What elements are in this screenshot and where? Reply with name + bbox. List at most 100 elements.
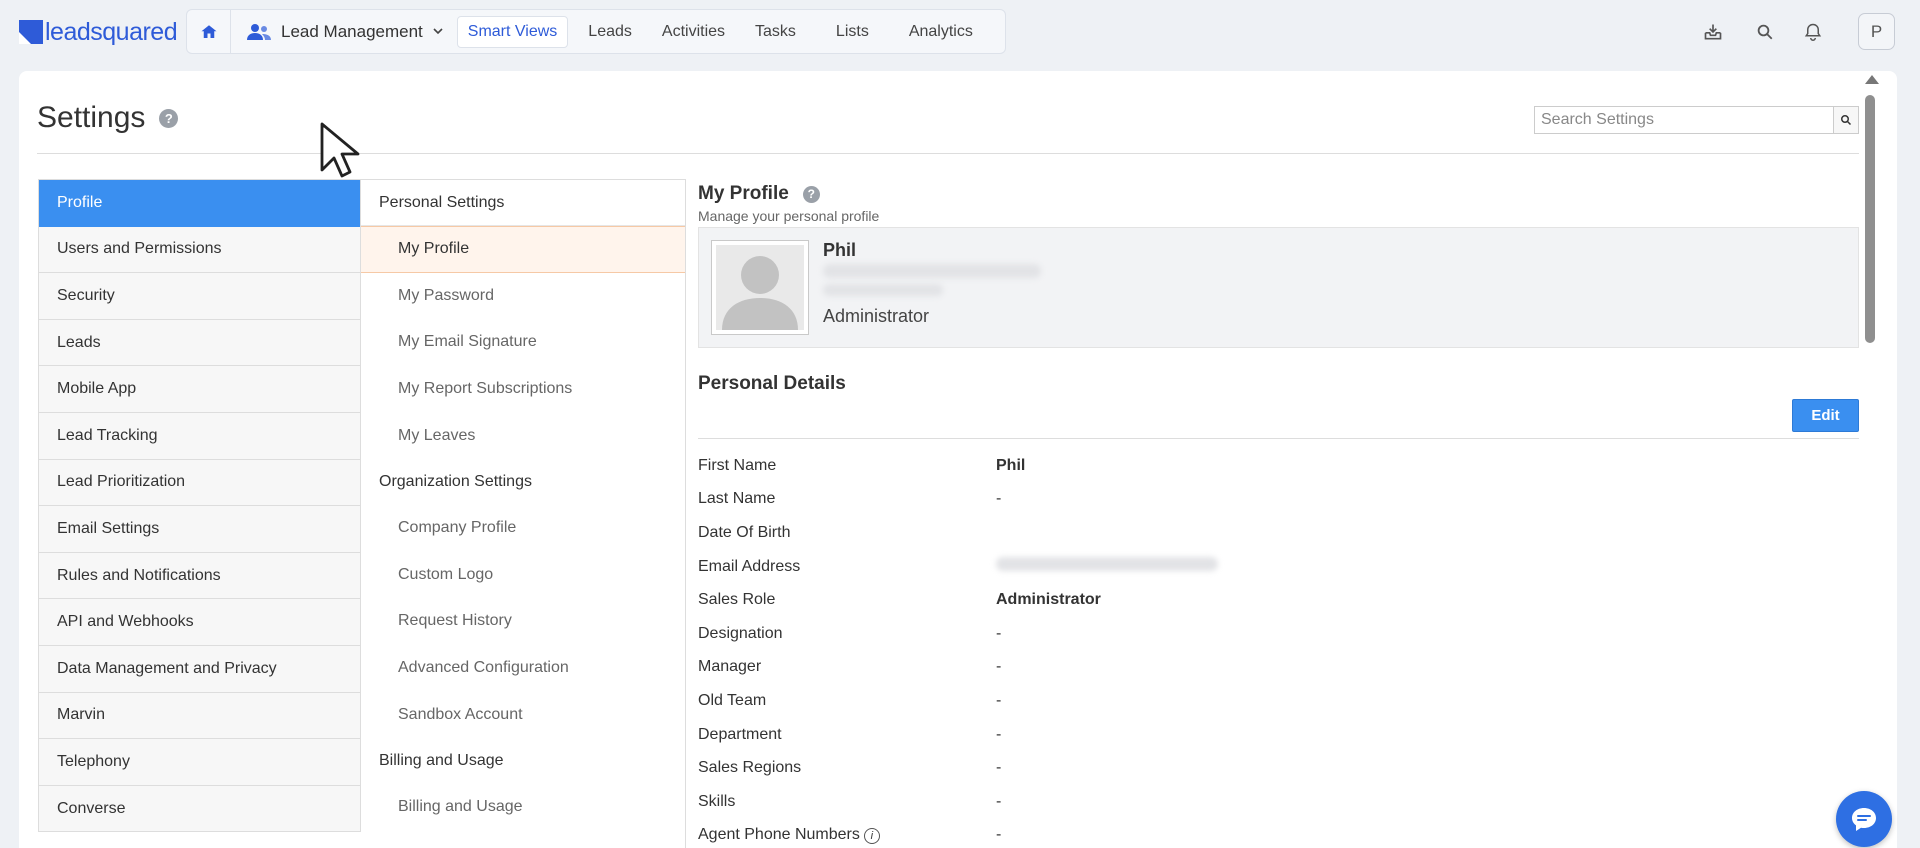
redacted-email [823,264,1041,278]
detail-label: Designation [698,624,783,642]
sub-item-request-history[interactable]: Request History [361,598,685,645]
detail-value: Administrator [996,591,1101,609]
menu-item-marvin[interactable]: Marvin [39,692,360,740]
profile-role: Administrator [823,306,930,326]
menu-item-users-and-permissions[interactable]: Users and Permissions [39,226,360,274]
menu-item-lead-tracking[interactable]: Lead Tracking [39,412,360,460]
settings-sub-menu: Personal Settings My Profile My Password… [361,179,686,848]
user-avatar[interactable]: P [1858,13,1895,50]
sub-item-my-report-subscriptions[interactable]: My Report Subscriptions [361,366,685,413]
section-heading-personal: Personal Settings [361,180,685,226]
detail-row-email-address: Email Address [698,550,1859,584]
menu-item-converse[interactable]: Converse [39,785,360,833]
detail-row-designation: Designation - [698,617,1859,651]
profile-card: Phil Administrator [698,227,1859,348]
personal-details-title: Personal Details [698,373,846,394]
detail-row-last-name: Last Name - [698,483,1859,517]
edit-button[interactable]: Edit [1792,399,1859,432]
profile-name: Phil [823,240,857,260]
menu-item-rules-and-notifications[interactable]: Rules and Notifications [39,552,360,600]
nav-leads[interactable]: Leads [578,16,642,48]
app-switcher[interactable]: Lead Management [231,10,457,53]
settings-search-input[interactable] [1535,107,1833,133]
sub-item-my-email-signature[interactable]: My Email Signature [361,319,685,366]
nav-activities[interactable]: Activities [652,16,735,48]
info-icon[interactable]: i [863,828,880,845]
redacted-email-value [996,557,1218,576]
detail-value: - [996,624,1002,642]
detail-value: - [996,792,1002,810]
detail-label-text: Agent Phone Numbers [698,826,860,844]
detail-row-department: Department - [698,718,1859,752]
detail-row-skills: Skills - [698,785,1859,819]
profile-subtitle: Manage your personal profile [698,208,880,224]
detail-value: - [996,725,1002,743]
brand-logo[interactable]: leadsquared [19,16,178,48]
scroll-up-arrow-icon[interactable] [1865,75,1879,84]
logo-text: leadsquared [45,17,178,46]
menu-item-api-and-webhooks[interactable]: API and Webhooks [39,599,360,646]
chat-widget-button[interactable] [1836,791,1892,847]
menu-item-lead-prioritization[interactable]: Lead Prioritization [39,459,360,507]
notifications-button[interactable] [1799,18,1827,46]
redacted-phone [823,284,943,296]
menu-item-profile[interactable]: Profile [39,180,360,227]
nav-smart-views[interactable]: Smart Views [456,15,569,48]
menu-item-security[interactable]: Security [39,273,360,320]
detail-row-sales-regions: Sales Regions - [698,751,1859,785]
inbox-button[interactable] [1699,18,1727,46]
sub-item-advanced-configuration[interactable]: Advanced Configuration [361,645,685,692]
settings-panel: Settings ? Profile Users and Permissions… [19,71,1897,848]
sub-item-company-profile[interactable]: Company Profile [361,505,685,552]
sub-item-billing-and-usage[interactable]: Billing and Usage [361,784,685,831]
sub-item-my-password[interactable]: My Password [361,273,685,320]
personal-details-list: First Name Phil Last Name - Date Of Birt… [698,449,1859,848]
mouse-cursor-icon [320,122,364,189]
help-icon[interactable]: ? [159,108,179,128]
menu-item-data-management[interactable]: Data Management and Privacy [39,645,360,693]
title-divider [37,153,1859,154]
sub-item-sandbox-account[interactable]: Sandbox Account [361,691,685,738]
section-heading-billing: Billing and Usage [379,751,504,769]
home-button[interactable] [187,10,231,53]
menu-item-mobile-app[interactable]: Mobile App [39,366,360,413]
detail-label: Email Address [698,557,801,575]
detail-value: - [996,490,1002,508]
sub-item-my-leaves[interactable]: My Leaves [361,412,685,459]
nav-tasks[interactable]: Tasks [745,16,806,48]
detail-label: Agent Phone Numbers i [698,826,996,845]
detail-label: Sales Regions [698,759,802,777]
page-title-text: Settings [37,101,146,134]
chat-bubble-icon [1852,808,1876,831]
page-scrollbar[interactable] [1862,71,1879,848]
settings-category-menu: Profile Users and Permissions Security L… [38,179,361,833]
menu-item-leads[interactable]: Leads [39,319,360,367]
app-name: Lead Management [281,21,423,41]
detail-label: Manager [698,658,762,676]
main-nav: Lead Management Smart Views Leads Activi… [186,9,1006,54]
detail-label: Sales Role [698,591,776,609]
sub-item-my-profile[interactable]: My Profile [361,226,685,273]
nav-lists[interactable]: Lists [826,16,879,48]
detail-row-manager: Manager - [698,651,1859,685]
global-search-button[interactable] [1751,18,1779,46]
settings-search-button[interactable] [1833,107,1858,133]
scrollbar-thumb[interactable] [1865,95,1875,343]
detail-label: Department [698,725,782,743]
menu-item-email-settings[interactable]: Email Settings [39,506,360,553]
bell-icon [1804,23,1822,41]
detail-row-agent-phone-numbers: Agent Phone Numbers i - [698,819,1859,848]
detail-row-sales-role: Sales Role Administrator [698,583,1859,617]
search-icon [1757,24,1773,40]
menu-item-telephony[interactable]: Telephony [39,739,360,786]
detail-value: - [996,691,1002,709]
home-icon [201,24,216,38]
help-icon[interactable]: ? [802,185,820,203]
sub-item-custom-logo[interactable]: Custom Logo [361,552,685,599]
detail-label: Last Name [698,490,776,508]
profile-photo[interactable] [711,240,809,335]
detail-value: - [996,658,1002,676]
users-icon [247,23,271,41]
nav-analytics[interactable]: Analytics [899,16,983,48]
detail-label: Skills [698,792,736,810]
